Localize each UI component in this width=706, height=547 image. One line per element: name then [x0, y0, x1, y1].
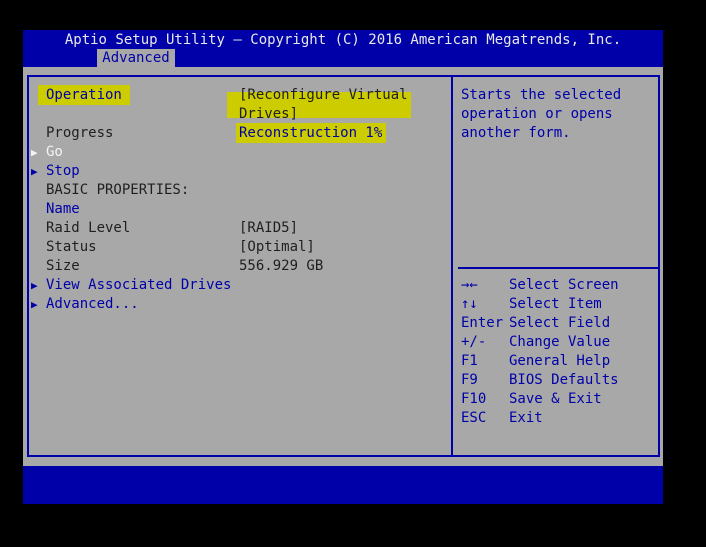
basic-properties-heading: BASIC PROPERTIES: [46, 182, 190, 198]
name-item[interactable]: Name [46, 200, 80, 219]
size-value: 556.929 GB [239, 258, 324, 274]
footer-bar [23, 466, 663, 504]
tab-advanced[interactable]: Advanced [97, 49, 175, 67]
key-desc: Exit [509, 410, 543, 426]
panel-divider [451, 77, 453, 455]
progress-label: Progress [46, 125, 114, 141]
operation-value-cont[interactable]: Drives] [239, 105, 298, 124]
key-plus-minus: +/- [461, 334, 487, 350]
key-select-screen: →← [461, 277, 478, 293]
go-item[interactable]: Go [46, 143, 63, 162]
key-desc: Select Field [509, 315, 611, 331]
key-desc: Save & Exit [509, 391, 602, 407]
key-desc: Select Item [509, 296, 602, 312]
status-value: [Optimal] [239, 239, 315, 255]
operation-label[interactable]: Operation [46, 86, 122, 105]
help-separator [458, 267, 658, 269]
operation-value[interactable]: [Reconfigure Virtual [239, 86, 408, 105]
utility-title: Aptio Setup Utility – Copyright (C) 2016… [64, 32, 622, 48]
view-associated-drives-item[interactable]: View Associated Drives [46, 276, 231, 295]
key-desc: Select Screen [509, 277, 619, 293]
help-text-line: Starts the selected [461, 87, 622, 103]
main-frame: Operation [Reconfigure Virtual Drives] P… [27, 75, 660, 457]
size-label: Size [46, 258, 80, 274]
key-f9: F9 [461, 372, 478, 388]
submenu-arrow-icon: ▶ [31, 298, 38, 311]
key-desc: BIOS Defaults [509, 372, 619, 388]
submenu-arrow-icon: ▶ [31, 279, 38, 292]
key-select-item: ↑↓ [461, 296, 478, 312]
progress-value: Reconstruction 1% [239, 125, 383, 141]
key-f10: F10 [461, 391, 487, 407]
key-desc: General Help [509, 353, 611, 369]
status-label: Status [46, 239, 97, 255]
raid-level-value: [RAID5] [239, 220, 299, 236]
bios-screen: Aptio Setup Utility – Copyright (C) 2016… [23, 30, 663, 504]
stop-item[interactable]: Stop [46, 162, 80, 181]
key-f1: F1 [461, 353, 478, 369]
key-esc: ESC [461, 410, 487, 426]
key-desc: Change Value [509, 334, 611, 350]
raid-level-label: Raid Level [46, 220, 131, 236]
key-enter: Enter [461, 315, 504, 331]
submenu-arrow-icon: ▶ [31, 165, 38, 178]
advanced-item[interactable]: Advanced... [46, 295, 139, 314]
help-text-line: another form. [461, 125, 571, 141]
submenu-arrow-icon: ▶ [31, 146, 38, 159]
header-bar: Aptio Setup Utility – Copyright (C) 2016… [23, 30, 663, 67]
help-text-line: operation or opens [461, 106, 613, 122]
